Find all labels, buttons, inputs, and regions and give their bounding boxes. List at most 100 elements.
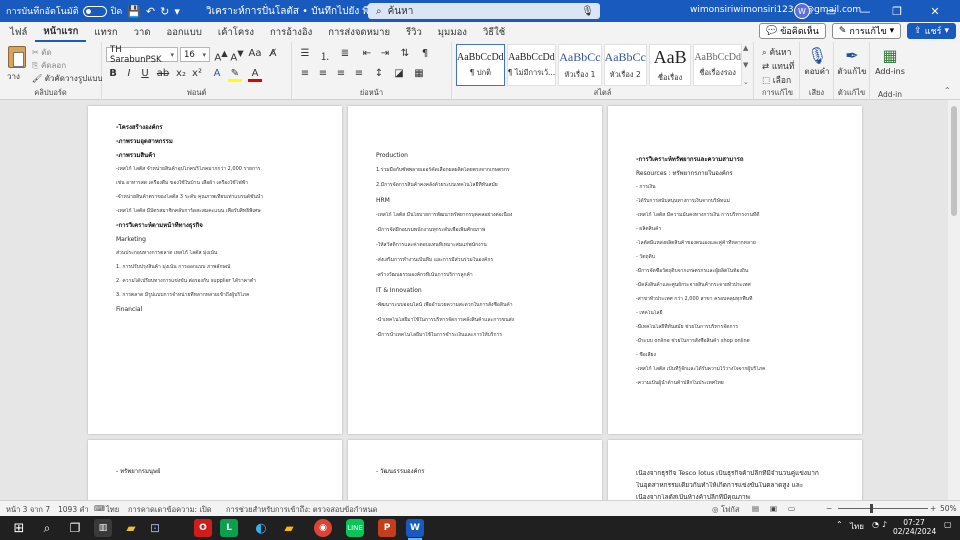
store-icon[interactable]: ⊡ [146,519,164,537]
undo-icon[interactable]: ↶ [146,5,155,18]
tab-9[interactable]: มุมมอง [430,22,475,42]
tab-5[interactable]: เค้าโครง [210,22,262,42]
ribbon-display-icon[interactable]: ▭ [818,2,844,20]
grow-font-icon[interactable]: A▲ [214,48,228,63]
wifi-icon[interactable]: ◔ [872,520,879,529]
zoom-slider-track[interactable] [838,508,928,509]
save-icon[interactable]: 💾 [127,5,141,18]
autosave-control[interactable]: การบันทึกอัตโนมัติ ปิด [0,4,122,18]
tray-language[interactable]: ไทย [850,520,864,533]
tab-10[interactable]: วิธีใช้ [475,22,513,42]
editing-mode-button[interactable]: ✎ การแก้ไข ▾ [831,23,902,39]
tab-1[interactable]: หน้าแรก [35,22,87,42]
align-center-icon[interactable]: ≡ [316,68,330,79]
text-effects-icon[interactable]: A [210,68,224,79]
volume-icon[interactable]: ♪ [882,520,887,529]
strikethrough-icon[interactable]: ab [156,68,170,79]
show-marks-icon[interactable]: ¶ [418,48,432,59]
document-page[interactable]: - ทรัพยากรมนุษย์ [88,440,342,500]
minimize-icon[interactable]: — [852,2,878,20]
word-count[interactable]: 1093 คำ [58,504,89,516]
style-tile[interactable]: AaB ชื่อเรื่อง [648,44,692,86]
shading-icon[interactable]: ◪ [392,68,406,79]
sort-icon[interactable]: ⇅ [398,48,412,59]
task-view-icon[interactable]: ❐ [66,519,84,537]
shrink-font-icon[interactable]: A▼ [230,48,244,63]
editor-button[interactable]: ✒ ตัวแก้ไข [835,44,869,77]
styles-gallery-scroll[interactable]: ▲ ▼ ⌄ [743,44,753,86]
tab-2[interactable]: แทรก [86,22,125,42]
cut-button[interactable]: ✂ ตัด [32,46,52,59]
word-icon[interactable]: W [406,519,424,537]
bold-icon[interactable]: B [106,68,120,79]
document-page[interactable]: -โครงสร้างองค์กร -ภาพรวมอุตสาหกรรม -ภาพรวม… [88,106,342,434]
dictate-button[interactable]: 🎙 ตอบคำ [800,44,834,77]
tab-6[interactable]: การอ้างอิง [262,22,320,42]
tab-4[interactable]: ออกแบบ [159,22,210,42]
addins-button[interactable]: ▦ Add-ins [873,44,907,77]
read-mode-icon[interactable]: ▤ [752,504,759,513]
redo-icon[interactable]: ↻ [160,5,169,18]
style-tile[interactable]: AaBbCcDd ชื่อเรื่องรอง [693,44,742,86]
file-explorer-icon[interactable]: ▰ [122,519,140,537]
restore-icon[interactable]: ❐ [884,2,910,20]
highlight-icon[interactable]: ✎ [228,68,242,82]
style-tile[interactable]: AaBbCcDd ¶ ไม่มีการเว้... [506,44,557,86]
more-styles-icon[interactable]: ⌄ [743,78,753,86]
web-layout-icon[interactable]: ▭ [788,504,795,513]
opera-icon[interactable]: O [194,519,212,537]
decrease-indent-icon[interactable]: ⇤ [360,48,374,59]
paste-button-label[interactable]: วาง [7,70,20,83]
numbering-icon[interactable]: ⒈ [318,48,332,63]
tab-3[interactable]: วาด [126,22,159,42]
borders-icon[interactable]: ▦ [412,68,426,79]
tray-chevron-icon[interactable]: ⌃ [836,520,843,529]
windows-start-icon[interactable]: ⊞ [10,519,28,537]
search-box[interactable]: ⌕ ค้นหา 🎙 [368,3,600,19]
accessibility-status[interactable]: การช่วยสำหรับการเข้าถึง: ตรวจสอบข้อกำหนด [226,504,377,516]
bullets-icon[interactable]: ☰ [298,48,312,59]
comments-button[interactable]: 💬 ข้อคิดเห็น [759,23,826,39]
document-page[interactable]: เนื่องจากธุรกิจ Tesco lotus เป็นธุรกิจค้… [608,440,862,500]
chevron-up-icon[interactable]: ▲ [743,44,753,52]
subscript-icon[interactable]: x₂ [174,68,188,79]
autosave-toggle[interactable] [82,5,107,17]
copy-button[interactable]: ⎘ คัดลอก [32,59,66,72]
align-right-icon[interactable]: ≡ [334,68,348,79]
scrollbar-thumb[interactable] [951,106,957,216]
superscript-icon[interactable]: x² [190,68,204,79]
notification-icon[interactable]: ▢ [944,520,952,529]
language-indicator[interactable]: ไทย [106,504,119,516]
font-size-select[interactable]: 16 ▾ [180,47,210,62]
underline-icon[interactable]: U [138,68,152,79]
find-button[interactable]: ⌕ ค้นหา [762,45,791,59]
chrome-icon[interactable]: ◉ [314,519,332,537]
collapse-ribbon-icon[interactable]: ⌃ [944,86,951,95]
style-tile[interactable]: AaBbCc หัวเรื่อง 1 [558,44,602,86]
zoom-slider-thumb[interactable] [870,504,873,513]
edge-icon[interactable]: ◐ [252,519,270,537]
system-clock[interactable]: 07:27 02/24/2024 [893,518,936,537]
multilevel-list-icon[interactable]: ≣ [338,48,352,59]
line-spacing-icon[interactable]: ↕ [372,68,386,79]
style-tile[interactable]: AaBbCc หัวเรื่อง 2 [603,44,647,86]
avatar[interactable]: W [794,3,810,19]
proofing-icon[interactable]: ⌨ [94,504,105,513]
tab-8[interactable]: รีวิว [398,22,430,42]
close-icon[interactable]: ✕ [922,2,948,20]
paste-icon[interactable] [8,46,26,68]
text-predictions-status[interactable]: การคาดเดาข้อความ: เปิด [128,504,212,516]
font-name-select[interactable]: TH SarabunPSK ▾ [106,45,178,65]
line-chat-icon[interactable]: LINE [346,519,364,537]
font-color-icon[interactable]: A [248,68,262,82]
document-page[interactable]: - วัฒนธรรมองค์กร [348,440,602,500]
customize-qat-icon[interactable]: ▾ [174,5,180,18]
microphone-icon[interactable]: 🎙 [581,6,594,17]
select-button[interactable]: ⬚ เลือก [762,73,791,87]
folder-icon[interactable]: ▰ [280,519,298,537]
print-layout-icon[interactable]: ▣ [770,504,777,513]
page-count[interactable]: หน้า 3 จาก 7 [6,504,50,516]
document-page[interactable]: Production 1.ร่วมมือกับซัพพลายเออร์คัดเลื… [348,106,602,434]
italic-icon[interactable]: I [122,68,136,79]
line-app-icon[interactable]: L [220,519,238,537]
